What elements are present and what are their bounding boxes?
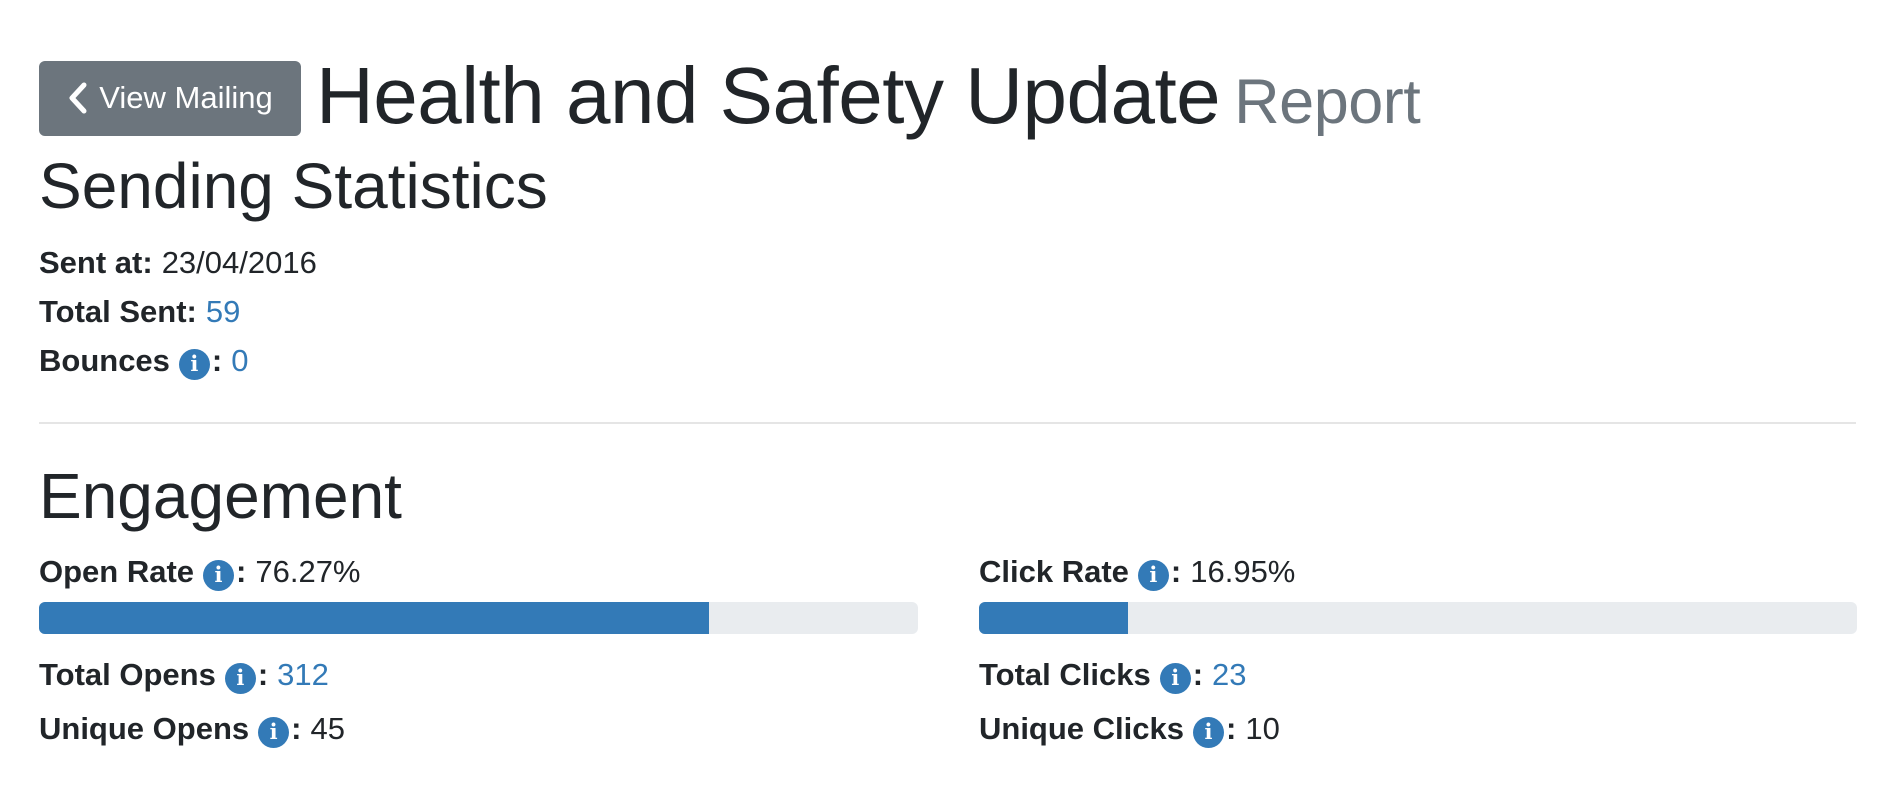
total-opens-row: Total Opens i : 312 <box>39 655 329 695</box>
report-page: View Mailing Health and Safety Update Rep… <box>0 0 1878 794</box>
sent-at-label: Sent at: <box>39 245 153 280</box>
click-rate-info-icon[interactable]: i <box>1137 559 1169 591</box>
section-divider <box>39 422 1856 424</box>
colon: : <box>1192 657 1204 692</box>
open-rate-progress-bar <box>39 602 918 634</box>
colon: : <box>211 343 223 378</box>
colon: : <box>236 554 247 589</box>
engagement-heading: Engagement <box>39 460 402 532</box>
sent-at-value: 23/04/2016 <box>161 245 317 280</box>
bounces-row: Bounces i : 0 <box>39 341 249 381</box>
unique-opens-info-icon[interactable]: i <box>258 716 290 748</box>
total-clicks-label: Total Clicks <box>979 657 1151 692</box>
bounces-info-icon[interactable]: i <box>178 348 210 380</box>
page-title: Health and Safety Update Report <box>316 46 1421 152</box>
colon: : <box>291 711 302 746</box>
bounces-link[interactable]: 0 <box>231 341 248 381</box>
total-opens-link[interactable]: 312 <box>277 655 329 695</box>
unique-clicks-label: Unique Clicks <box>979 711 1184 746</box>
total-opens-info-icon[interactable]: i <box>224 662 256 694</box>
open-rate-row: Open Rate i : 76.27% <box>39 552 361 592</box>
click-rate-progress-bar <box>979 602 1857 634</box>
click-rate-row: Click Rate i : 16.95% <box>979 552 1295 592</box>
total-clicks-link[interactable]: 23 <box>1212 655 1246 695</box>
open-rate-value: 76.27% <box>255 554 361 589</box>
page-subtitle: Report <box>1234 67 1421 137</box>
open-rate-info-icon[interactable]: i <box>203 559 235 591</box>
unique-opens-value: 45 <box>310 711 345 746</box>
total-sent-label: Total Sent: <box>39 294 197 329</box>
unique-opens-label: Unique Opens <box>39 711 250 746</box>
open-rate-label: Open Rate <box>39 554 195 589</box>
colon: : <box>1226 711 1237 746</box>
total-opens-label: Total Opens <box>39 657 216 692</box>
total-clicks-row: Total Clicks i : 23 <box>979 655 1247 695</box>
click-rate-label: Click Rate <box>979 554 1129 589</box>
unique-opens-row: Unique Opens i : 45 <box>39 709 345 749</box>
bounces-label: Bounces <box>39 343 170 378</box>
colon: : <box>1170 554 1182 589</box>
sent-at-row: Sent at: 23/04/2016 <box>39 243 317 283</box>
mailing-title: Health and Safety Update <box>316 51 1221 140</box>
total-clicks-info-icon[interactable]: i <box>1159 662 1191 694</box>
colon: : <box>257 657 269 692</box>
view-mailing-label: View Mailing <box>99 79 273 115</box>
unique-clicks-row: Unique Clicks i : 10 <box>979 709 1280 749</box>
unique-clicks-value: 10 <box>1245 711 1280 746</box>
chevron-left-icon <box>69 82 87 113</box>
total-sent-row: Total Sent: 59 <box>39 292 240 332</box>
click-rate-value: 16.95% <box>1190 554 1296 589</box>
click-rate-progress-fill <box>979 602 1128 634</box>
unique-clicks-info-icon[interactable]: i <box>1193 716 1224 748</box>
sending-statistics-heading: Sending Statistics <box>39 150 548 222</box>
total-sent-link[interactable]: 59 <box>206 292 240 332</box>
view-mailing-button[interactable]: View Mailing <box>39 61 301 136</box>
open-rate-progress-fill <box>39 602 710 634</box>
